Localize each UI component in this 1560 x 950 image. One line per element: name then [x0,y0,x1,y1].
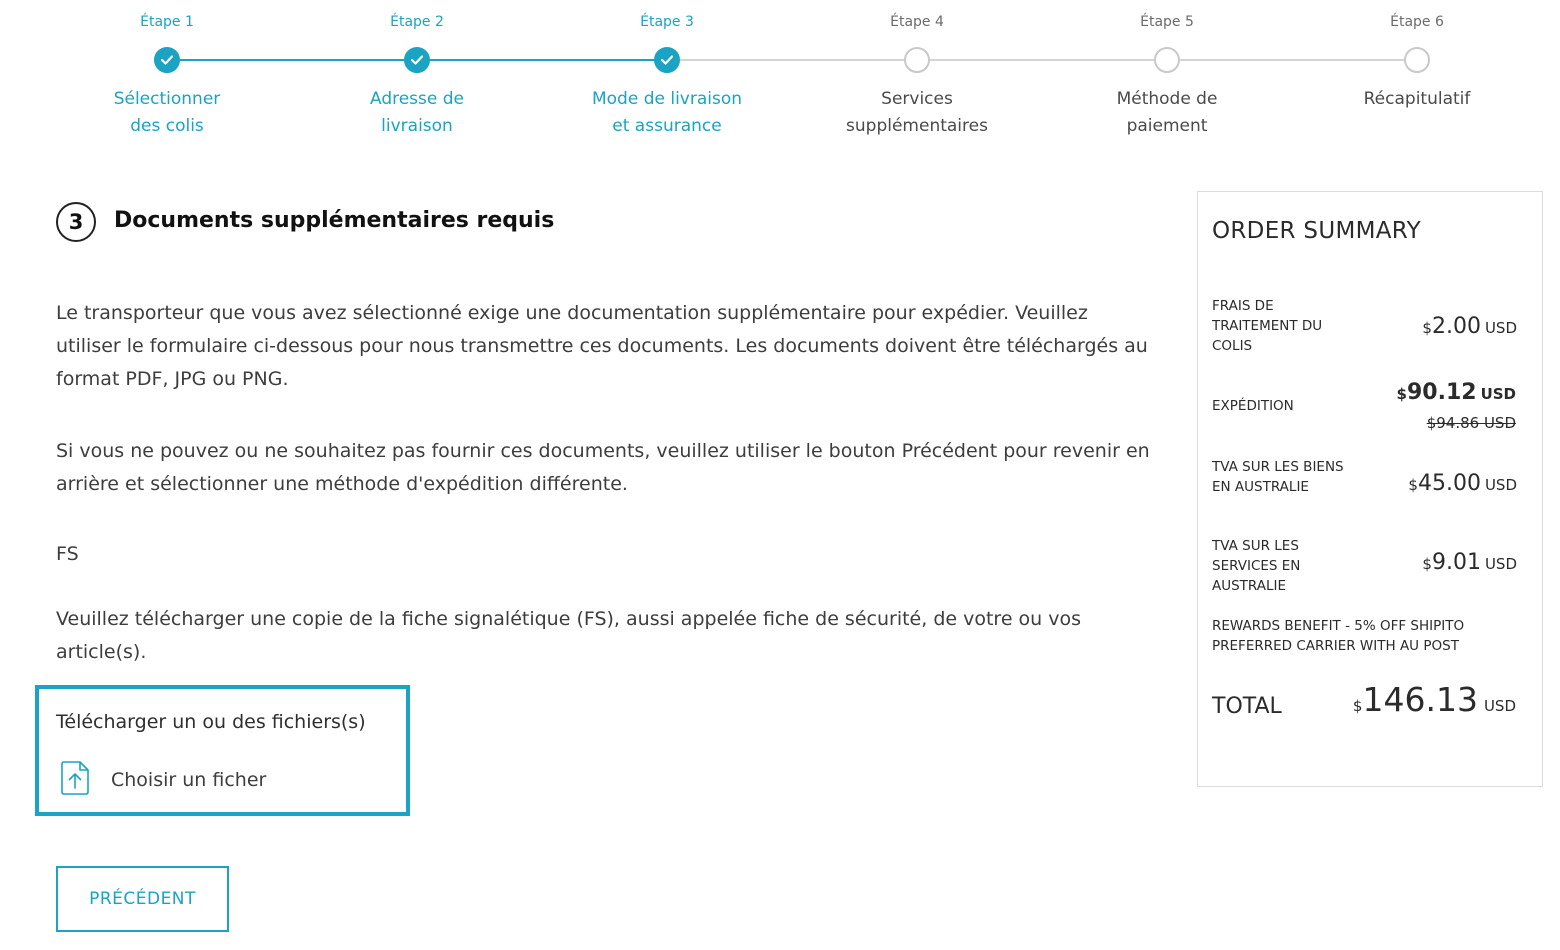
amount-value: 45.00 [1417,471,1481,496]
currency-unit: USD [1484,476,1517,494]
previous-button[interactable]: PRÉCÉDENT [56,866,229,932]
shipping-discounted-amount: $90.12 USD [1397,380,1516,405]
total-label: TOTAL [1212,694,1282,719]
currency-unit: USD [1483,697,1516,715]
summary-row-processing-fee: Frais de traitement du colis $2.00 USD [1212,296,1517,358]
step-label-line: Mode de livraison [591,89,743,109]
step-number: Étape 4 [890,14,944,30]
summary-row-label: Expédition [1212,398,1294,414]
document-code: FS [56,543,79,565]
step-number: Étape 3 [640,14,694,30]
section-number-badge: 3 [56,202,96,242]
amount-value: 146.13 [1362,680,1478,719]
document-description: Veuillez télécharger une copie de la fic… [56,608,1082,663]
check-icon [154,47,180,73]
upload-file-icon[interactable] [59,759,91,797]
currency-unit: USD [1484,555,1517,573]
step-label-line: Sélectionner [113,89,221,109]
section-title: Documents supplémentaires requis [114,208,555,233]
step-label: Méthode de paiement [1042,86,1292,140]
summary-row-amount: $9.01 USD [1422,550,1517,575]
summary-row-label: Frais de traitement du colis [1212,298,1323,354]
pending-circle-icon [1404,47,1430,73]
currency-unit: USD [1480,385,1516,403]
stepper-line-pending [667,59,1417,61]
step-label-line: livraison [381,116,453,136]
amount-value: 2.00 [1431,314,1481,339]
shipping-original-price: $94.86 USD [1426,414,1516,432]
pending-circle-icon [1154,47,1180,73]
summary-row-label: TVA sur les biens en Australie [1212,459,1344,495]
rewards-benefit-note: Rewards Benefit - 5% off Shipito Preferr… [1212,618,1465,654]
pending-circle-icon [904,47,930,73]
order-summary-panel: ORDER SUMMARY Frais de traitement du col… [1197,191,1543,787]
step-number: Étape 1 [140,14,194,30]
step-label: Adresse de livraison [292,86,542,140]
step-label-line: Récapitulatif [1363,89,1471,109]
summary-row-label: TVA sur les services en Australie [1212,538,1301,594]
order-summary-title: ORDER SUMMARY [1212,218,1421,244]
total-amount: $146.13 USD [1353,680,1516,719]
progress-stepper: Étape 1 Sélectionner des colis Étape 2 A… [0,0,1560,150]
step-label-line: Adresse de [369,89,465,109]
summary-row-vat-goods: TVA sur les biens en Australie $45.00 USD [1212,457,1517,519]
currency-symbol: $ [1396,385,1407,403]
step-label: Récapitulatif [1292,86,1542,113]
amount-value: 90.12 [1406,380,1477,405]
step-label-line: Services [881,89,953,109]
step-number: Étape 6 [1390,14,1444,30]
choose-file-link[interactable]: Choisir un ficher [111,769,266,791]
step-label: Services supplémentaires [792,86,1042,140]
step-label-line: supplémentaires [846,116,988,136]
summary-row-amount: $45.00 USD [1408,471,1517,496]
summary-row-vat-services: TVA sur les services en Australie $9.01 U… [1212,536,1517,598]
upload-title: Télécharger un ou des fichiers(s) [56,711,366,733]
currency-symbol: $ [1408,476,1418,494]
step-label-line: paiement [1126,116,1208,136]
currency-symbol: $ [1422,319,1432,337]
check-icon [654,47,680,73]
carrier-requirement-text: Le transporteur que vous avez sélectionn… [56,302,1148,390]
step-label: Sélectionner des colis [42,86,292,140]
check-icon [404,47,430,73]
file-upload-area[interactable]: Télécharger un ou des fichiers(s) Choisi… [35,685,410,816]
step-number: Étape 5 [1140,14,1194,30]
step-label-line: et assurance [612,116,722,136]
step-number: Étape 2 [390,14,444,30]
currency-symbol: $ [1422,555,1432,573]
step-label-line: des colis [130,116,204,136]
summary-row-amount: $2.00 USD [1422,314,1517,339]
currency-unit: USD [1484,319,1517,337]
go-back-instruction-text: Si vous ne pouvez ou ne souhaitez pas fo… [56,440,1150,495]
step-label: Mode de livraison et assurance [542,86,792,140]
step-label-line: Méthode de [1116,89,1218,109]
amount-value: 9.01 [1431,550,1481,575]
